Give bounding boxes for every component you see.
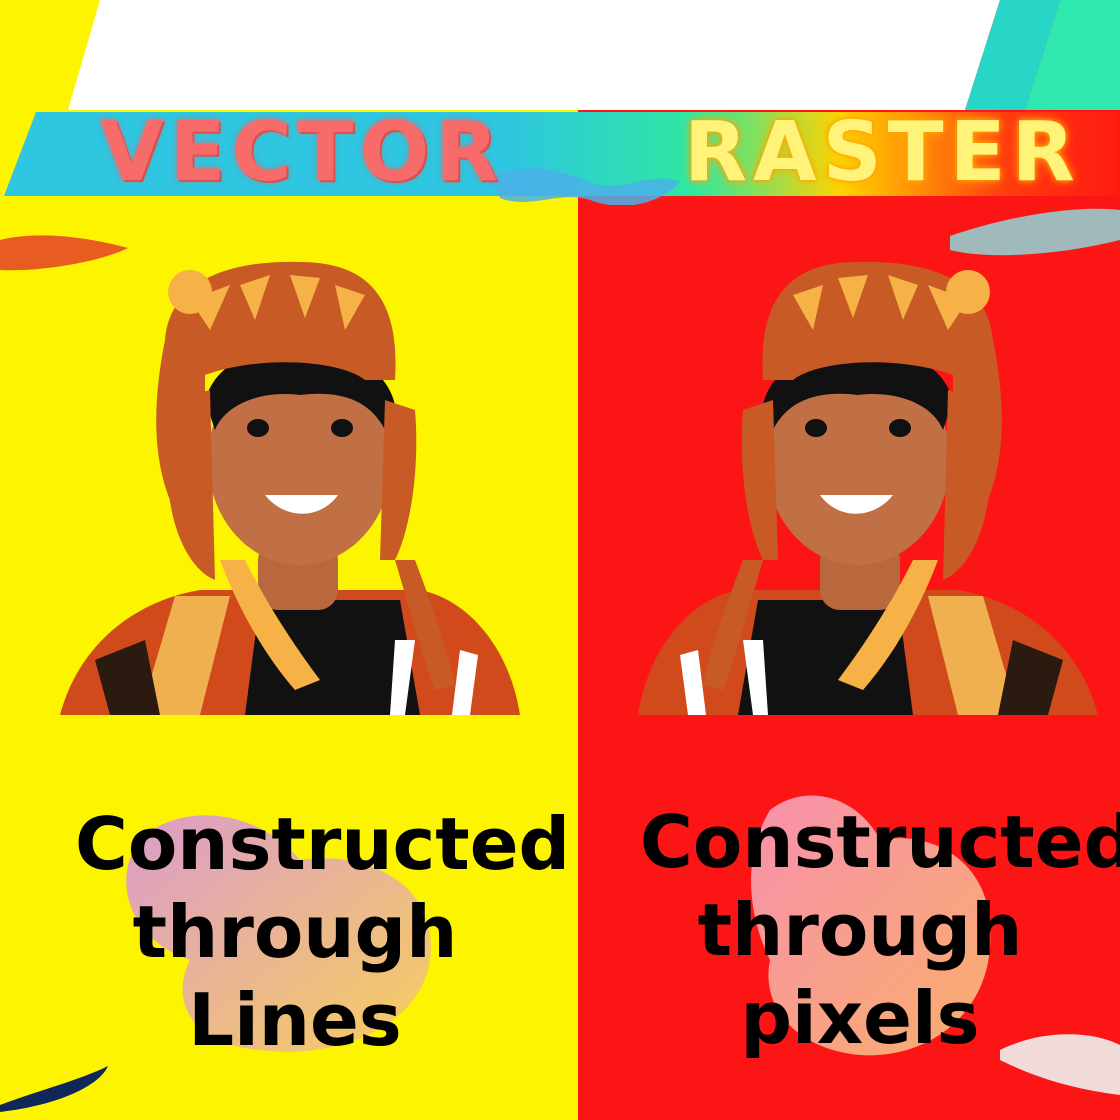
raster-caption-line-2: through [697, 888, 1023, 972]
raster-caption-line-3: pixels [740, 976, 980, 1060]
vector-caption-line-2: through [132, 890, 458, 974]
raster-caption-line-1: Constructed [640, 800, 1120, 884]
vector-caption-line-1: Constructed [75, 802, 571, 886]
raster-caption: Constructed through pixels [640, 798, 1120, 1062]
vector-caption: Constructed through Lines [75, 800, 571, 1064]
thumbnail-canvas: VECTOR RASTER Constructed through Lines … [0, 0, 1120, 1120]
vector-caption-line-3: Lines [188, 978, 402, 1062]
